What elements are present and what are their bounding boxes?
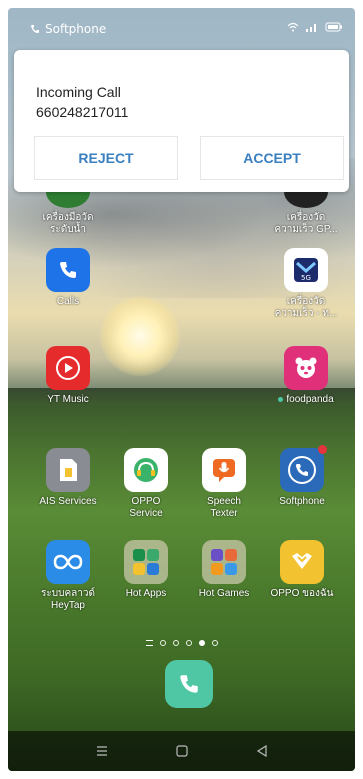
status-app-name: Softphone [45, 22, 107, 36]
page-dot-active [198, 640, 205, 646]
wallpaper-sun [100, 296, 180, 376]
app-label: ระบบคลาวด์ HeyTap [41, 588, 95, 611]
accept-button[interactable]: ACCEPT [200, 136, 344, 180]
phone-icon [180, 675, 198, 693]
app-my-oppo[interactable]: OPPO ของฉัน [262, 540, 342, 600]
microphone-icon [202, 448, 246, 492]
back-triangle-icon [256, 745, 267, 757]
app-label: เครื่องวัด ความเร็ว GP... [274, 212, 338, 235]
app-label: YT Music [47, 394, 89, 405]
app-yt-music[interactable]: YT Music [28, 346, 108, 406]
status-app-indicator: Softphone [30, 22, 106, 36]
status-icons [287, 22, 343, 32]
app-label-text: foodpanda [286, 394, 334, 405]
app-calls[interactable]: Calls [28, 248, 108, 308]
app-label: OPPO Service [129, 496, 163, 519]
play-circle-icon [46, 346, 90, 390]
speedometer-5g-icon: 5G [284, 248, 328, 292]
folder-icon [202, 540, 246, 584]
menu-lines-icon [145, 640, 153, 646]
reject-button[interactable]: REJECT [34, 136, 178, 180]
app-softphone[interactable]: Softphone [262, 445, 342, 508]
page-dot [159, 640, 166, 646]
app-label: Softphone [279, 496, 325, 507]
app-ais-services[interactable]: AIS Services [28, 448, 108, 508]
navigation-bar [8, 731, 355, 771]
app-heytap-cloud[interactable]: ระบบคลาวด์ HeyTap [28, 540, 108, 612]
app-label: AIS Services [39, 496, 97, 507]
dock-phone-app[interactable] [165, 660, 213, 708]
heart-badge-icon [280, 540, 324, 584]
app-label: เครื่องมือวัด ระดับน้ำ [42, 212, 94, 235]
wifi-icon [287, 22, 299, 32]
incoming-call-notification: Incoming Call 660248217011 REJECT ACCEPT [14, 50, 349, 192]
app-oppo-service[interactable]: OPPO Service [106, 448, 186, 520]
app-speed-test[interactable]: 5G เครื่องวัด ความเร็ว - ท... [266, 248, 346, 320]
status-bar: Softphone [8, 8, 355, 44]
caller-number: 660248217011 [36, 104, 129, 120]
phone-handset-icon [31, 25, 39, 33]
back-button[interactable] [253, 743, 271, 759]
folder-hot-apps[interactable]: Hot Apps [106, 540, 186, 600]
app-label: OPPO ของฉัน [270, 588, 334, 599]
cloud-loop-icon [46, 540, 90, 584]
page-indicator[interactable] [8, 640, 355, 646]
page-dot [185, 640, 192, 646]
menu-button[interactable] [93, 743, 111, 759]
folder-hot-games[interactable]: Hot Games [184, 540, 264, 600]
home-screen: Softphone เครื่องมือวัด ระดับน้ำ เครื่อง… [8, 8, 355, 771]
app-foodpanda[interactable]: foodpanda [266, 346, 346, 406]
home-square-icon [176, 745, 188, 757]
new-app-dot-icon [278, 396, 284, 402]
app-label: Speech Texter [207, 496, 241, 519]
app-label: foodpanda [266, 394, 346, 406]
battery-icon [325, 22, 342, 32]
app-speech-texter[interactable]: Speech Texter [184, 448, 264, 520]
signal-icon [306, 24, 316, 32]
app-label: Calls [56, 296, 80, 307]
app-label: เครื่องวัด ความเร็ว - ท... [274, 296, 338, 319]
device-frame: Softphone เครื่องมือวัด ระดับน้ำ เครื่อง… [0, 0, 363, 779]
app-label: Hot Games [198, 588, 250, 599]
svg-text:5G: 5G [301, 274, 311, 282]
home-button[interactable] [173, 743, 191, 759]
panda-icon [284, 346, 328, 390]
app-label: Hot Apps [125, 588, 167, 599]
page-dot [172, 640, 179, 646]
notification-badge [318, 445, 327, 454]
phone-icon [46, 248, 90, 292]
headset-icon [124, 448, 168, 492]
menu-icon [97, 746, 107, 756]
sim-card-icon [46, 448, 90, 492]
phone-circle-icon [280, 445, 327, 492]
folder-icon [124, 540, 168, 584]
page-dot [211, 640, 218, 646]
call-title: Incoming Call [36, 84, 121, 100]
